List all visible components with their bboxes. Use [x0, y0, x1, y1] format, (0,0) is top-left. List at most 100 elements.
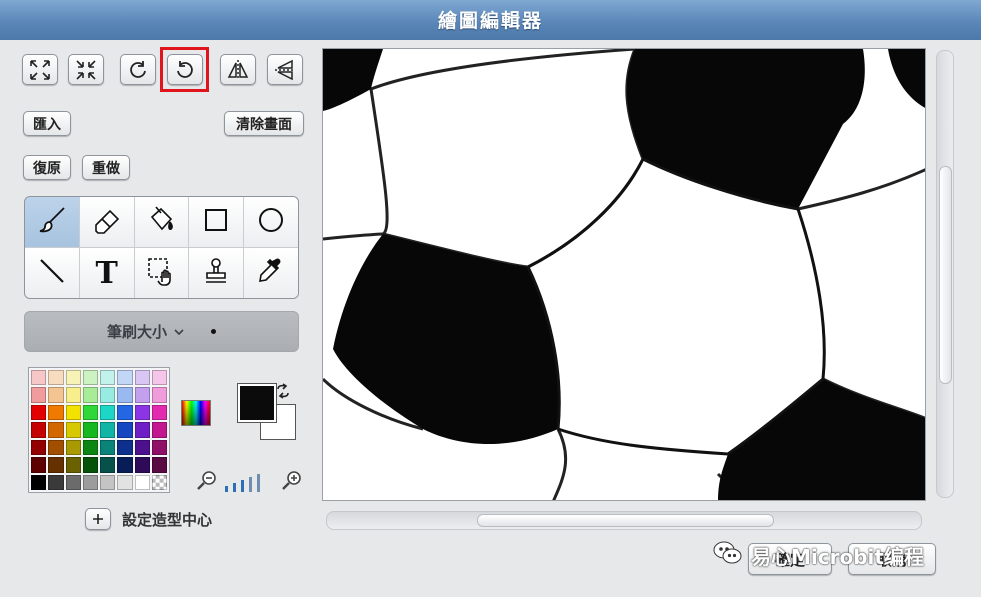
brush-size-preview: [211, 329, 216, 334]
line-tool[interactable]: [25, 248, 79, 298]
color-spectrum-picker[interactable]: [181, 400, 211, 426]
shrink-button[interactable]: [68, 54, 104, 85]
wechat-icon: [713, 540, 743, 571]
color-swatch[interactable]: [65, 474, 81, 490]
ellipse-tool[interactable]: [244, 197, 298, 247]
color-swatch[interactable]: [117, 387, 133, 403]
color-swatch[interactable]: [100, 474, 116, 490]
clear-canvas-button[interactable]: 清除畫面: [224, 111, 304, 136]
color-swatch[interactable]: [48, 370, 64, 386]
zoom-level-step[interactable]: [233, 483, 236, 492]
color-swatch[interactable]: [134, 387, 150, 403]
enlarge-icon: [29, 59, 51, 81]
chevron-down-icon: [173, 323, 185, 341]
color-swatch[interactable]: [48, 474, 64, 490]
color-swatch[interactable]: [134, 474, 150, 490]
rectangle-icon: [201, 205, 231, 239]
paintbrush-tool[interactable]: [25, 197, 79, 247]
zoom-level-step[interactable]: [249, 477, 252, 492]
zoom-level-indicator[interactable]: [225, 472, 275, 492]
color-swatch[interactable]: [65, 457, 81, 473]
color-swatch[interactable]: [151, 439, 167, 456]
color-swatch[interactable]: [82, 387, 98, 403]
color-swatch[interactable]: [134, 439, 150, 456]
color-swatch[interactable]: [134, 422, 150, 438]
select-tool[interactable]: [134, 248, 189, 298]
color-swatch[interactable]: [151, 387, 167, 403]
foreground-color-swatch[interactable]: [238, 384, 276, 422]
flip-vertical-button[interactable]: [267, 54, 303, 85]
color-swatch[interactable]: [48, 404, 64, 421]
brush-size-selector[interactable]: 筆刷大小: [24, 311, 299, 352]
color-swatch[interactable]: [82, 422, 98, 438]
color-swatch[interactable]: [48, 439, 64, 456]
zoom-level-step[interactable]: [225, 486, 228, 492]
flip-horizontal-button[interactable]: [220, 54, 256, 85]
color-swatch[interactable]: [48, 457, 64, 473]
fill-tool[interactable]: [134, 197, 189, 247]
color-swatch[interactable]: [82, 370, 98, 386]
color-swatch[interactable]: [117, 422, 133, 438]
color-swatch[interactable]: [100, 387, 116, 403]
zoom-level-step[interactable]: [241, 480, 244, 492]
color-swatch[interactable]: [134, 370, 150, 386]
color-swatch[interactable]: [117, 370, 133, 386]
color-swatch[interactable]: [117, 404, 133, 421]
rectangle-tool[interactable]: [189, 197, 244, 247]
color-swatch[interactable]: [31, 422, 47, 438]
undo-button[interactable]: 復原: [23, 155, 71, 180]
color-swatch[interactable]: [151, 370, 167, 386]
color-swatch[interactable]: [31, 387, 47, 403]
rotate-counterclockwise-button[interactable]: [120, 54, 156, 85]
eraser-tool[interactable]: [79, 197, 134, 247]
soccer-ball-image: [323, 49, 925, 500]
horizontal-scrollbar-thumb[interactable]: [477, 514, 774, 527]
color-swatch[interactable]: [151, 404, 167, 421]
enlarge-button[interactable]: [22, 54, 58, 85]
eyedropper-tool[interactable]: [244, 248, 298, 298]
zoom-level-step[interactable]: [257, 474, 260, 492]
color-swatch[interactable]: [100, 457, 116, 473]
watermark-text: 易心Microbit编程: [751, 544, 924, 569]
title-bar[interactable]: 繪圖編輯器: [0, 0, 981, 41]
set-center-button[interactable]: [85, 508, 111, 530]
color-swatch[interactable]: [65, 387, 81, 403]
redo-button[interactable]: 重做: [82, 155, 130, 180]
color-swatch[interactable]: [100, 370, 116, 386]
color-swatch[interactable]: [82, 474, 98, 490]
color-swatch[interactable]: [31, 404, 47, 421]
color-swatch[interactable]: [134, 404, 150, 421]
swap-colors-icon[interactable]: [275, 383, 291, 403]
text-tool[interactable]: T: [79, 248, 134, 298]
color-swatch[interactable]: [48, 387, 64, 403]
color-swatch[interactable]: [65, 422, 81, 438]
color-swatch[interactable]: [48, 422, 64, 438]
color-swatch[interactable]: [31, 474, 47, 490]
color-swatch[interactable]: [65, 370, 81, 386]
color-swatch[interactable]: [31, 457, 47, 473]
color-swatch[interactable]: [117, 474, 133, 490]
color-swatch[interactable]: [117, 439, 133, 456]
color-swatch[interactable]: [100, 422, 116, 438]
drawing-canvas[interactable]: [322, 48, 926, 501]
color-swatch[interactable]: [82, 457, 98, 473]
color-swatch[interactable]: [65, 439, 81, 456]
color-swatch[interactable]: [134, 457, 150, 473]
color-swatch[interactable]: [151, 474, 167, 490]
color-swatch[interactable]: [100, 439, 116, 456]
stamp-tool[interactable]: [189, 248, 244, 298]
import-button[interactable]: 匯入: [23, 111, 71, 136]
color-swatch[interactable]: [151, 422, 167, 438]
eraser-icon: [92, 205, 122, 239]
color-swatch[interactable]: [31, 370, 47, 386]
vertical-scrollbar-thumb[interactable]: [939, 166, 952, 384]
color-swatch[interactable]: [151, 457, 167, 473]
color-swatch[interactable]: [31, 439, 47, 456]
zoom-out-icon[interactable]: [196, 469, 218, 495]
color-swatch[interactable]: [82, 404, 98, 421]
zoom-in-icon[interactable]: [281, 469, 303, 495]
color-swatch[interactable]: [117, 457, 133, 473]
color-swatch[interactable]: [82, 439, 98, 456]
color-swatch[interactable]: [100, 404, 116, 421]
color-swatch[interactable]: [65, 404, 81, 421]
